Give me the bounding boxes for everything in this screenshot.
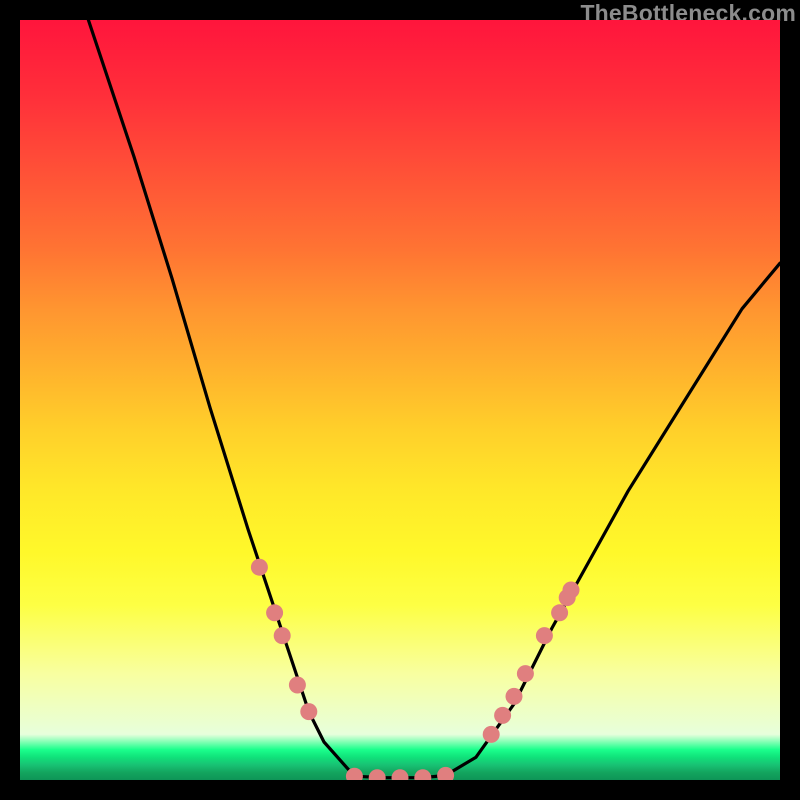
curve-marker bbox=[274, 627, 291, 644]
curve-marker bbox=[392, 769, 409, 780]
curve-marker bbox=[414, 769, 431, 780]
curve-marker bbox=[300, 703, 317, 720]
plot-group bbox=[88, 20, 780, 780]
curve-marker bbox=[559, 589, 576, 606]
curve-marker bbox=[346, 768, 363, 780]
curve-marker bbox=[289, 677, 306, 694]
curve-marker bbox=[536, 627, 553, 644]
stage: TheBottleneck.com bbox=[0, 0, 800, 800]
curve-marker bbox=[551, 604, 568, 621]
curve-marker bbox=[494, 707, 511, 724]
chart-frame bbox=[20, 20, 780, 780]
curve-marker bbox=[483, 726, 500, 743]
curve-marker bbox=[266, 604, 283, 621]
bottleneck-curve bbox=[88, 20, 780, 778]
curve-marker bbox=[563, 582, 580, 599]
curve-marker bbox=[369, 769, 386, 780]
chart-svg bbox=[20, 20, 780, 780]
curve-marker bbox=[437, 767, 454, 780]
curve-marker bbox=[506, 688, 523, 705]
curve-marker bbox=[251, 559, 268, 576]
curve-marker bbox=[517, 665, 534, 682]
